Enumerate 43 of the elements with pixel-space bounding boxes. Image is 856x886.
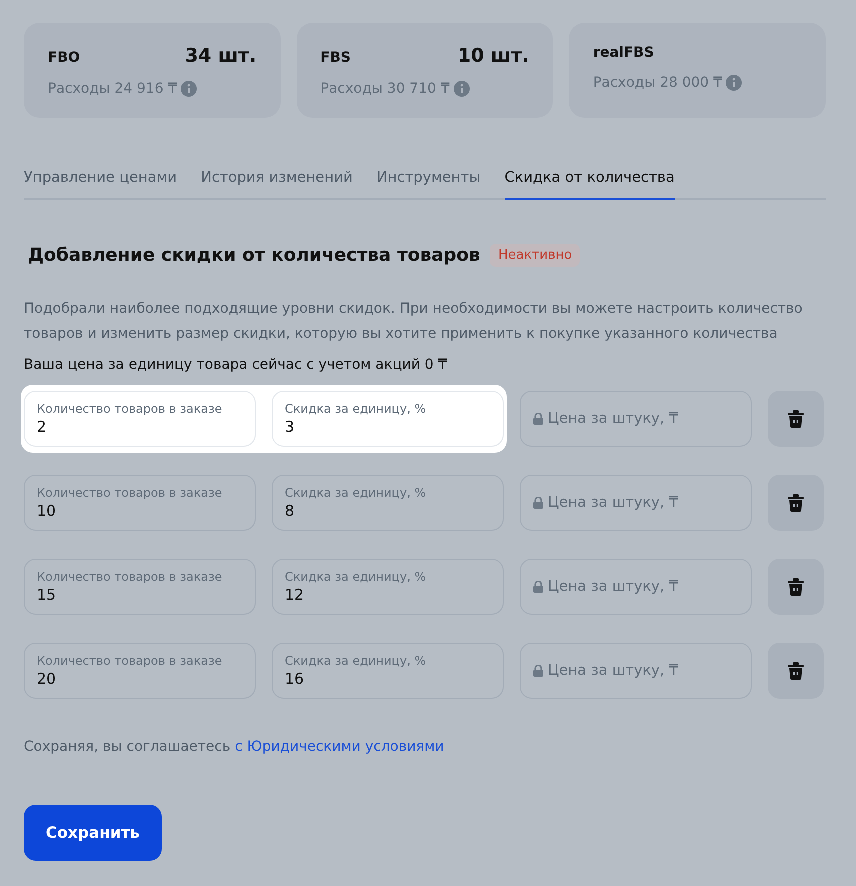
stock-count: 34 шт. <box>185 45 257 67</box>
price-field: Цена за штуку, ₸ <box>520 391 752 447</box>
save-button[interactable]: Сохранить <box>24 805 162 861</box>
tab[interactable]: Скидка от количества <box>504 170 675 200</box>
description-text: Подобрали наиболее подходящие уровни скидок. При необходимости вы можете настроить количество товаров и изменить размер скидки, которую вы хотите применить к покупке указанного количества <box>24 300 804 344</box>
trash-icon <box>788 494 804 512</box>
lock-icon <box>533 665 544 677</box>
legal-text: Сохраняя, вы соглашаетесь с Юридическими условиями <box>24 739 446 755</box>
trash-icon <box>788 662 804 680</box>
card-title: realFBS <box>593 45 654 61</box>
expenses-text: Расходы 24 916 ₸ <box>48 81 178 97</box>
quantity-field[interactable]: Количество товаров в заказе 20 <box>24 643 256 699</box>
quantity-field[interactable]: Количество товаров в заказе 10 <box>24 475 256 531</box>
current-price-text: Ваша цена за единицу товара сейчас с учетом акций 0 ₸ <box>24 357 448 373</box>
card-title: FBO <box>48 50 80 66</box>
discount-field[interactable]: Скидка за единицу, % 12 <box>272 559 504 615</box>
lock-icon <box>533 497 544 509</box>
delete-button[interactable] <box>768 475 824 531</box>
delete-button[interactable] <box>768 643 824 699</box>
discount-field[interactable]: Скидка за единицу, % 3 <box>272 391 504 447</box>
price-field: Цена за штуку, ₸ <box>520 475 752 531</box>
section-title: Добавление скидки от количества товаров <box>28 245 480 266</box>
terms-link[interactable]: с Юридическими условиями <box>235 739 444 755</box>
tab[interactable]: История изменений <box>201 170 353 200</box>
status-badge: Неактивно <box>490 244 580 267</box>
lock-icon <box>533 581 544 593</box>
tab[interactable]: Инструменты <box>376 170 481 200</box>
stock-count: 10 шт. <box>458 45 530 67</box>
delete-button[interactable] <box>768 391 824 447</box>
expenses-text: Расходы 30 710 ₸ <box>320 81 450 97</box>
card-title: FBS <box>320 50 351 66</box>
delete-button[interactable] <box>768 559 824 615</box>
price-field: Цена за штуку, ₸ <box>520 643 752 699</box>
tab[interactable]: Управление ценами <box>24 170 178 200</box>
lock-icon <box>533 413 544 425</box>
quantity-field[interactable]: Количество товаров в заказе 15 <box>24 559 256 615</box>
trash-icon <box>788 410 804 428</box>
price-field: Цена за штуку, ₸ <box>520 559 752 615</box>
discount-field[interactable]: Скидка за единицу, % 16 <box>272 643 504 699</box>
quantity-field[interactable]: Количество товаров в заказе 2 <box>24 391 256 447</box>
trash-icon <box>788 578 804 596</box>
discount-field[interactable]: Скидка за единицу, % 8 <box>272 475 504 531</box>
expenses-text: Расходы 28 000 ₸ <box>593 75 722 91</box>
